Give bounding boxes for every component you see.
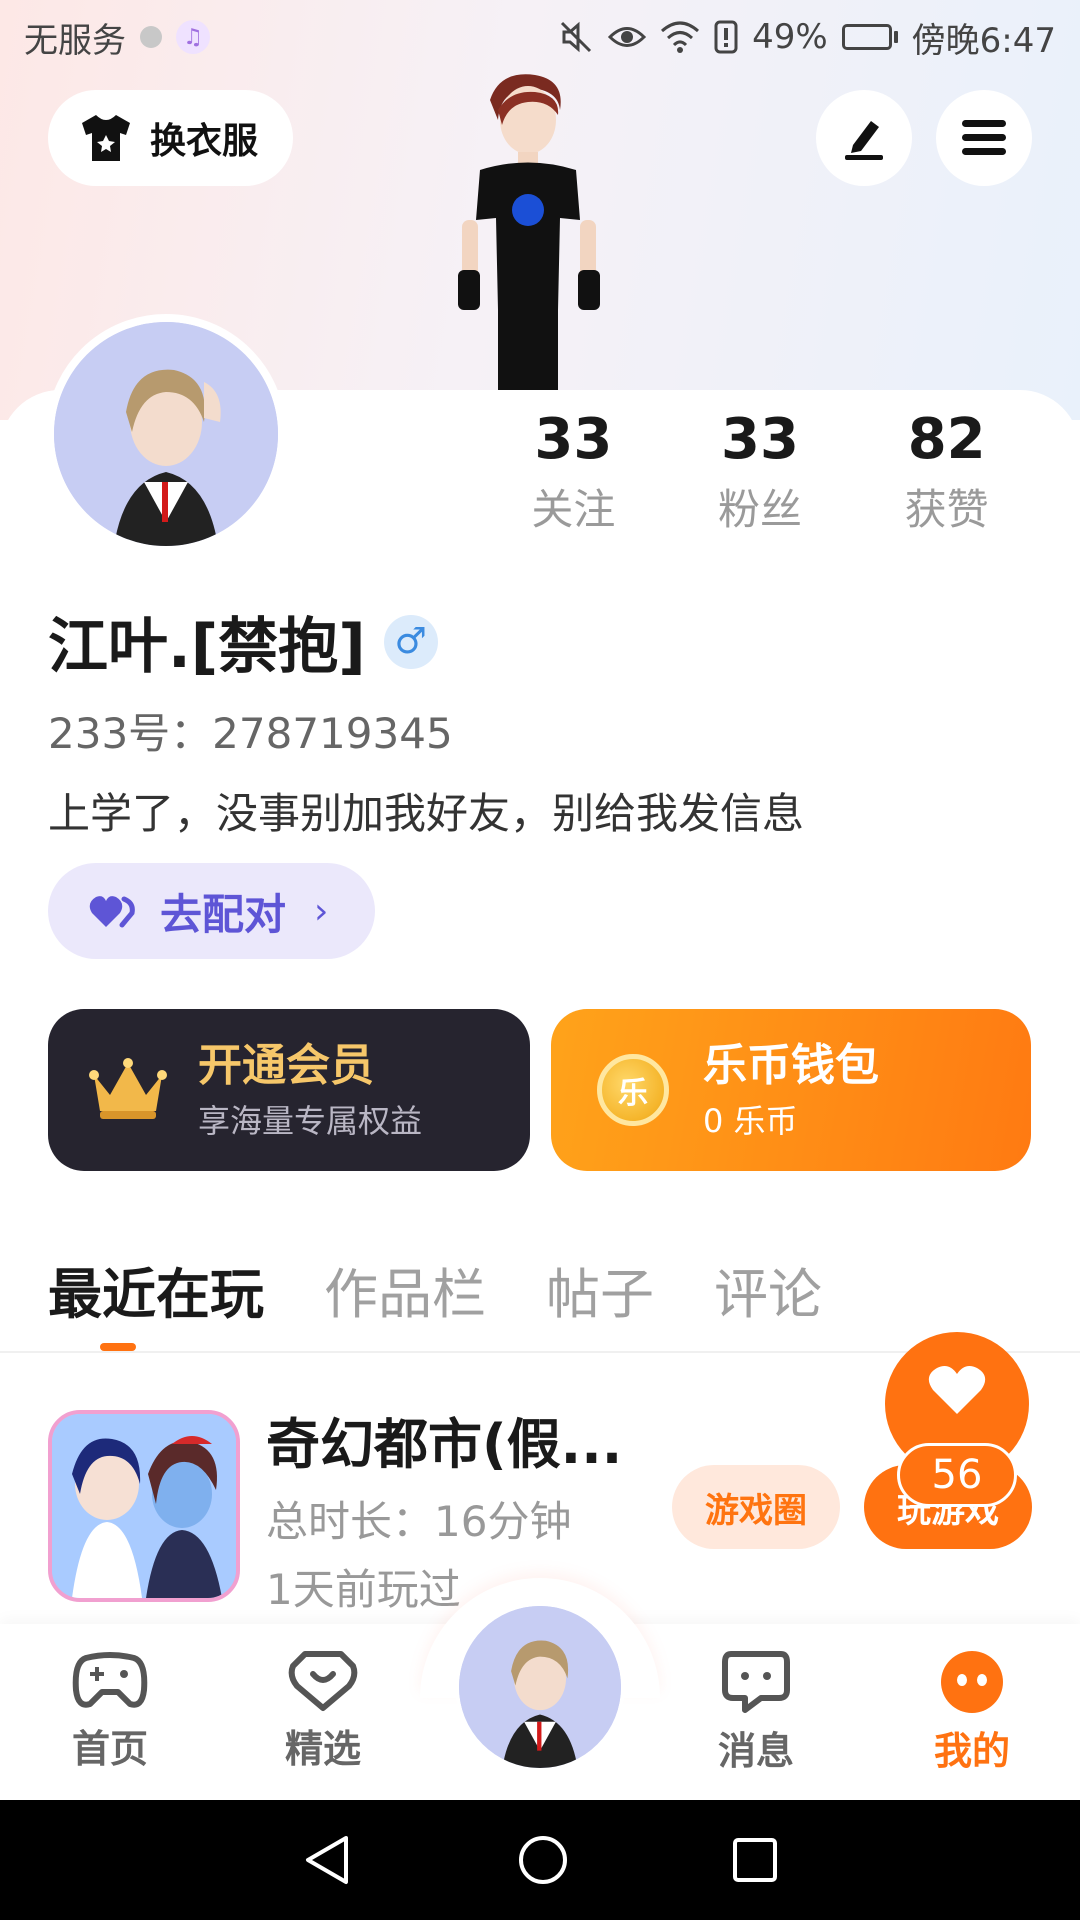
nav-item-me[interactable]: 我的 <box>902 1650 1042 1775</box>
bio: 上学了，没事别加我好友，别给我发信息 <box>48 789 805 838</box>
nav-label: 消息 <box>717 1729 794 1773</box>
nav-item-home[interactable]: 首页 <box>40 1650 180 1773</box>
wallet-balance: 0 乐币 <box>703 1102 798 1140</box>
battery-icon <box>841 24 898 50</box>
wifi-icon <box>661 21 700 53</box>
vip-subtitle: 享海量专属权益 <box>198 1102 423 1140</box>
notification-dot-icon <box>140 26 162 48</box>
crown-icon <box>89 1058 167 1119</box>
tab-comments[interactable]: 评论 <box>714 1250 822 1329</box>
music-note-icon: ♫ <box>176 20 210 54</box>
nav-label: 首页 <box>71 1727 148 1771</box>
profile-face-icon <box>941 1651 1003 1713</box>
clock-text: 傍晚6:47 <box>911 20 1056 61</box>
stat-label: 获赞 <box>904 485 989 534</box>
carrier-text: 无服务 <box>24 20 126 61</box>
recents-square-icon[interactable] <box>732 1837 778 1883</box>
nav-label: 我的 <box>933 1729 1010 1773</box>
game-last-played: 1天前玩过 <box>266 1565 461 1614</box>
edit-profile-button[interactable] <box>816 90 912 186</box>
back-icon[interactable] <box>302 1834 354 1886</box>
like-count-badge: 56 <box>897 1443 1017 1507</box>
user-id: 233号：278719345 <box>48 709 453 758</box>
battery-percent: 49% <box>752 17 828 57</box>
stat-label: 粉丝 <box>718 485 803 534</box>
stat-followers[interactable]: 33 粉丝 <box>667 400 854 540</box>
hearts-icon <box>89 896 135 928</box>
nav-center-avatar[interactable] <box>455 1602 625 1772</box>
mute-icon <box>561 21 592 53</box>
match-button[interactable]: 去配对 › <box>48 863 375 959</box>
active-tab-indicator <box>100 1343 136 1351</box>
profile-stats: 33 关注 33 粉丝 82 获赞 <box>480 400 1040 540</box>
coin-wallet-card[interactable]: 乐 乐币钱包 0 乐币 <box>551 1009 1031 1171</box>
nickname: 江叶.[禁抱] <box>48 612 366 682</box>
chat-bubble-icon <box>722 1651 790 1713</box>
stat-following[interactable]: 33 关注 <box>480 400 667 540</box>
pencil-icon <box>845 121 883 160</box>
game-icon <box>48 1410 240 1602</box>
hamburger-menu-icon <box>962 120 1006 155</box>
wardrobe-button[interactable]: 换衣服 <box>48 90 293 186</box>
match-label: 去配对 <box>160 889 287 939</box>
avatar-3d-character <box>458 74 600 390</box>
wardrobe-label: 换衣服 <box>150 121 259 162</box>
home-circle-icon[interactable] <box>517 1834 569 1886</box>
eye-icon <box>608 27 647 47</box>
avatar[interactable] <box>46 314 286 554</box>
nav-label: 精选 <box>284 1727 361 1771</box>
nav-item-featured[interactable]: 精选 <box>253 1650 393 1773</box>
stat-value: 82 <box>907 407 986 472</box>
chevron-right-icon: › <box>314 890 329 932</box>
heart-icon <box>928 1366 986 1414</box>
tshirt-icon <box>82 115 130 161</box>
profile-tabs: 最近在玩 作品栏 帖子 评论 <box>48 1250 822 1329</box>
vip-membership-card[interactable]: 开通会员 享海量专属权益 <box>48 1009 530 1171</box>
heart-chat-icon <box>288 1651 358 1711</box>
game-duration: 总时长：16分钟 <box>266 1497 572 1546</box>
tab-recent-games[interactable]: 最近在玩 <box>48 1250 264 1329</box>
alert-icon <box>714 20 738 54</box>
nav-item-messages[interactable]: 消息 <box>686 1650 826 1775</box>
game-name: 奇幻都市(假... <box>266 1413 623 1476</box>
stat-likes[interactable]: 82 获赞 <box>853 400 1040 540</box>
tab-works[interactable]: 作品栏 <box>324 1250 486 1329</box>
stat-label: 关注 <box>531 485 616 534</box>
status-bar: 无服务 ♫ 49% 傍晚6:47 <box>0 0 1080 74</box>
male-gender-icon: ♂ <box>383 614 438 669</box>
vip-title: 开通会员 <box>198 1040 374 1091</box>
system-navigation-bar <box>0 1800 1080 1920</box>
tab-posts[interactable]: 帖子 <box>546 1250 654 1329</box>
nickname-row: 江叶.[禁抱] ♂ <box>48 598 438 685</box>
avatar-portrait <box>54 322 278 546</box>
stat-value: 33 <box>534 407 613 472</box>
wallet-title: 乐币钱包 <box>703 1040 879 1091</box>
stat-value: 33 <box>721 407 799 472</box>
gamepad-icon <box>72 1652 148 1708</box>
menu-button[interactable] <box>936 90 1032 186</box>
game-circle-button[interactable]: 游戏圈 <box>672 1465 840 1549</box>
coin-icon: 乐 <box>597 1054 669 1126</box>
